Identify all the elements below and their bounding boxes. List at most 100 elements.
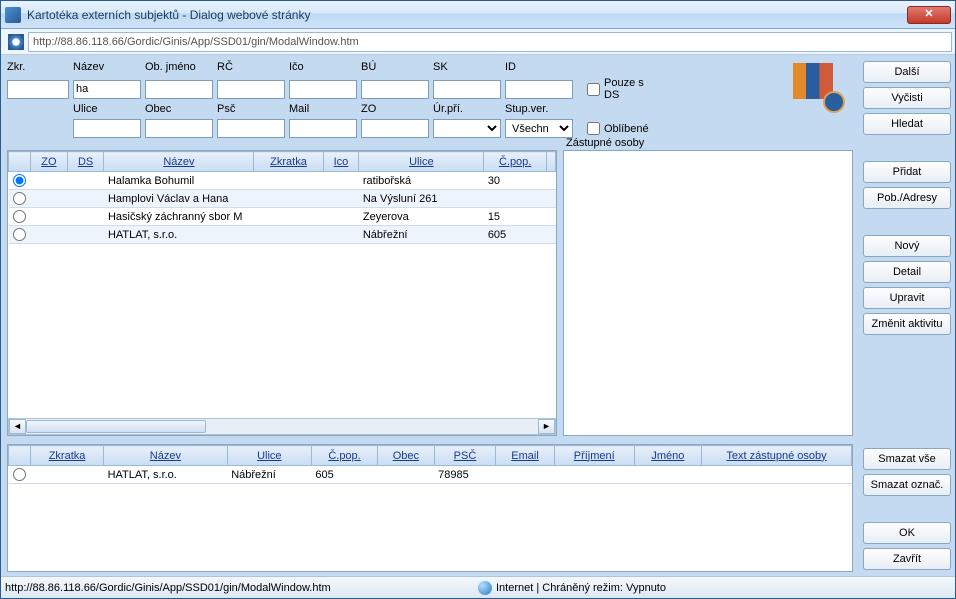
cell-ico (323, 226, 359, 244)
col-ds[interactable]: DS (67, 152, 104, 172)
label-sk: SK (433, 61, 501, 73)
smazatvse-button[interactable]: Smazat vše (863, 448, 951, 470)
address-bar (1, 29, 955, 55)
col-cpop[interactable]: Č.pop. (484, 152, 547, 172)
label-stupver: Stup.ver. (505, 103, 573, 115)
row-radio[interactable] (13, 210, 26, 223)
close-button[interactable]: ✕ (907, 6, 951, 24)
bcol-textzo[interactable]: Text zástupné osoby (702, 446, 852, 466)
cell-ulice: ratibořská (359, 172, 484, 190)
zastupne-box: Zástupné osoby (563, 150, 853, 436)
cell-ulice: Zeyerova (359, 208, 484, 226)
bottom-table-box: Zkratka Název Ulice Č.pop. Obec PSČ Emai… (7, 444, 853, 572)
ok-button[interactable]: OK (863, 522, 951, 544)
label-urpri: Úr.pří. (433, 103, 501, 115)
input-nazev[interactable] (73, 80, 141, 99)
pridat-button[interactable]: Přidat (863, 161, 951, 183)
label-bu: BÚ (361, 61, 429, 73)
hledat-button[interactable]: Hledat (863, 113, 951, 135)
table-row[interactable]: HATLAT, s.r.o.Nábřežní60578985 (9, 466, 852, 484)
status-zone: Internet | Chráněný režim: Vypnuto (496, 582, 666, 594)
row-radio[interactable] (13, 192, 26, 205)
dalsi-button[interactable]: Další (863, 61, 951, 83)
table-row[interactable]: Hasičský záchranný sbor MZeyerova15 (9, 208, 556, 226)
table-row[interactable]: Hamplovi Václav a Hana Na Výsluní 261 (9, 190, 556, 208)
label-mail: Mail (289, 103, 357, 115)
label-pouzeds: Pouze s DS (604, 77, 647, 101)
bcol-psc[interactable]: PSČ (434, 446, 496, 466)
scroll-left-arrow[interactable]: ◄ (9, 419, 26, 434)
table-row[interactable]: HATLAT, s.r.o.Nábřežní605 (9, 226, 556, 244)
bcol-email[interactable]: Email (496, 446, 554, 466)
content-area: Zkr. Název Ob. jméno RČ Ičo BÚ SK ID (1, 55, 955, 576)
cell-cpop: 605 (484, 226, 547, 244)
select-stupver[interactable]: Všechn (505, 119, 573, 138)
main-table: ZO DS Název Zkratka Ico Ulice Č.pop. Hal… (8, 151, 556, 244)
input-ulice[interactable] (73, 119, 141, 138)
input-zo[interactable] (361, 119, 429, 138)
input-zkr[interactable] (7, 80, 69, 99)
bcol-ulice[interactable]: Ulice (227, 446, 311, 466)
cell-ulice: Na Výsluní 261 (359, 190, 484, 208)
bcol-zkratka[interactable]: Zkratka (31, 446, 104, 466)
scroll-right-arrow[interactable]: ► (538, 419, 555, 434)
label-ico: Ičo (289, 61, 357, 73)
main-area: Zkr. Název Ob. jméno RČ Ičo BÚ SK ID (1, 55, 859, 576)
bcol-nazev[interactable]: Název (104, 446, 228, 466)
input-sk[interactable] (433, 80, 501, 99)
zavrit-button[interactable]: Zavřít (863, 548, 951, 570)
cell-nazev: Hamplovi Václav a Hana (104, 190, 254, 208)
col-zo[interactable]: ZO (31, 152, 68, 172)
bottom-table: Zkratka Název Ulice Č.pop. Obec PSČ Emai… (8, 445, 852, 484)
bcol-prijmeni[interactable]: Příjmení (554, 446, 634, 466)
scroll-thumb[interactable] (26, 420, 206, 433)
checkbox-oblibene[interactable] (587, 122, 600, 135)
zmenitaktivitu-button[interactable]: Změnit aktivitu (863, 313, 951, 335)
row-radio[interactable] (13, 468, 26, 481)
input-id[interactable] (505, 80, 573, 99)
col-nazev[interactable]: Název (104, 152, 254, 172)
cell-cpop: 30 (484, 172, 547, 190)
address-input[interactable] (28, 32, 952, 52)
app-icon (5, 7, 21, 23)
col-radio[interactable] (9, 152, 31, 172)
cell-zkratka (254, 208, 323, 226)
detail-button[interactable]: Detail (863, 261, 951, 283)
cell-nazev: Hasičský záchranný sbor M (104, 208, 254, 226)
upravit-button[interactable]: Upravit (863, 287, 951, 309)
col-ico[interactable]: Ico (323, 152, 359, 172)
zastupne-caption: Zástupné osoby (566, 137, 644, 149)
row-radio[interactable] (13, 174, 26, 187)
input-rc[interactable] (217, 80, 285, 99)
col-extra[interactable] (547, 152, 556, 172)
bcol-jmeno[interactable]: Jméno (634, 446, 701, 466)
select-urpri[interactable] (433, 119, 501, 138)
label-rc: RČ (217, 61, 285, 73)
ie-icon (8, 34, 24, 50)
bcol-obec[interactable]: Obec (378, 446, 434, 466)
cell-nazev: Halamka Bohumil (104, 172, 254, 190)
label-obec: Obec (145, 103, 213, 115)
label-oblibene: Oblíbené (604, 123, 649, 135)
table-row[interactable]: Halamka Bohumil ratibořská30 (9, 172, 556, 190)
bcol-radio[interactable] (9, 446, 31, 466)
col-zkratka[interactable]: Zkratka (254, 152, 323, 172)
novy-button[interactable]: Nový (863, 235, 951, 257)
main-table-box: ZO DS Název Zkratka Ico Ulice Č.pop. Hal… (7, 150, 557, 436)
input-bu[interactable] (361, 80, 429, 99)
input-mail[interactable] (289, 119, 357, 138)
titlebar: Kartotéka externích subjektů - Dialog we… (1, 1, 955, 29)
pobadresy-button[interactable]: Pob./Adresy (863, 187, 951, 209)
input-psc[interactable] (217, 119, 285, 138)
label-zo: ZO (361, 103, 429, 115)
bcol-cpop[interactable]: Č.pop. (311, 446, 377, 466)
checkbox-pouzeds[interactable] (587, 83, 600, 96)
input-ico[interactable] (289, 80, 357, 99)
row-radio[interactable] (13, 228, 26, 241)
col-ulice[interactable]: Ulice (359, 152, 484, 172)
vycisti-button[interactable]: Vyčisti (863, 87, 951, 109)
input-objmeno[interactable] (145, 80, 213, 99)
smazatoznac-button[interactable]: Smazat označ. (863, 474, 951, 496)
input-obec[interactable] (145, 119, 213, 138)
h-scrollbar[interactable]: ◄ ► (8, 418, 556, 435)
